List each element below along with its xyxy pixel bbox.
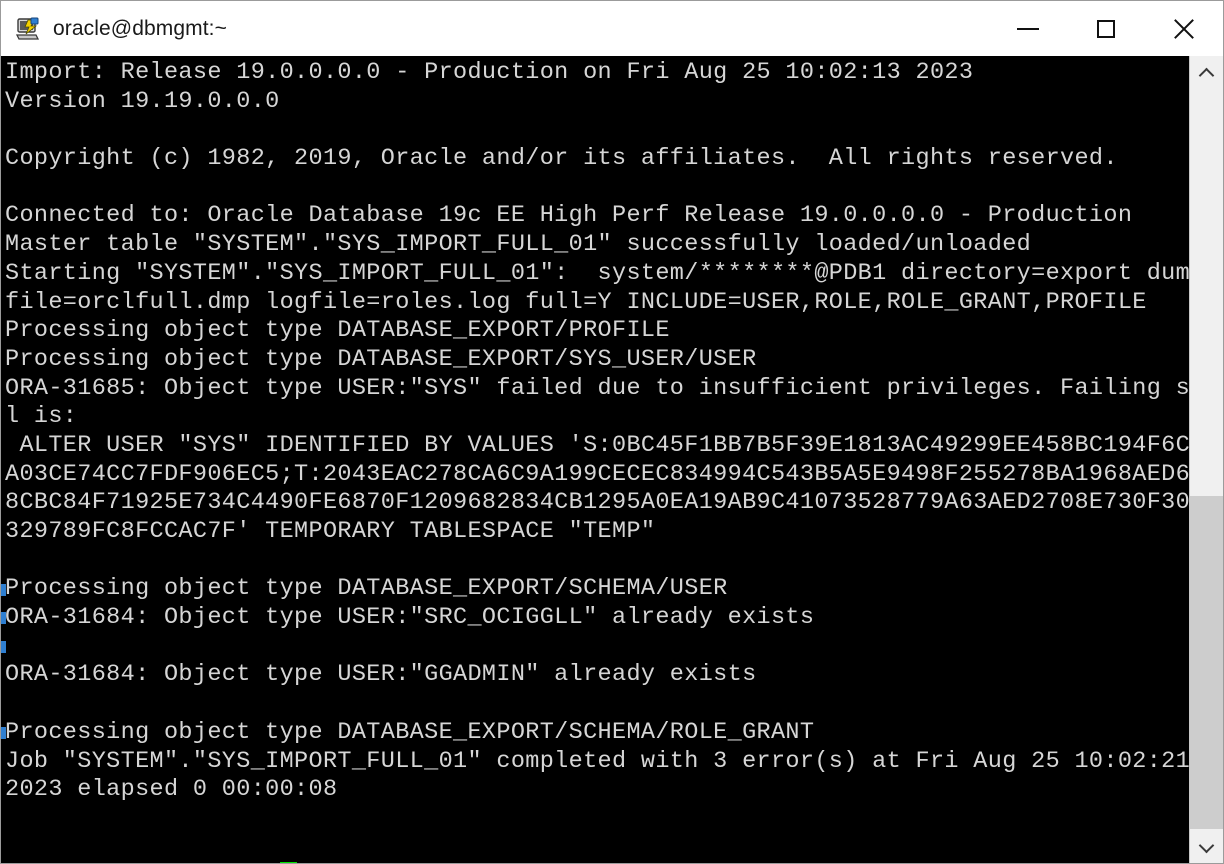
terminal-line: Processing object type DATABASE_EXPORT/P… <box>5 317 670 345</box>
terminal-line: ORA-31685: Object type USER:"SYS" failed… <box>5 374 1189 402</box>
terminal-line: ORA-31684: Object type USER:"SRC_OCIGGLL… <box>5 604 815 632</box>
terminal-line: 329789FC8FCCAC7F' TEMPORARY TABLESPACE "… <box>5 518 656 545</box>
terminal-line: Master table "SYSTEM"."SYS_IMPORT_FULL_0… <box>5 231 1032 259</box>
minimize-button[interactable] <box>989 1 1067 56</box>
terminal-line: 8CBC84F71925E734C4490FE6870F1209682834CB… <box>5 489 1189 517</box>
terminal-lines: Import: Release 19.0.0.0.0 - Production … <box>1 56 1189 863</box>
scroll-down-button[interactable] <box>1190 829 1223 863</box>
terminal-line: Processing object type DATABASE_EXPORT/S… <box>5 345 757 373</box>
selection-edge-marker <box>1 641 6 653</box>
chevron-down-icon <box>1200 840 1213 853</box>
window-controls <box>989 1 1223 56</box>
chevron-up-icon <box>1200 67 1213 80</box>
selection-edge-marker <box>1 583 6 596</box>
shell-prompt-line: [oracle@dbmgmt ~]$ <box>5 862 1189 863</box>
selection-edge-marker <box>1 727 6 740</box>
scrollbar-track[interactable] <box>1190 90 1223 829</box>
terminal-body: Import: Release 19.0.0.0.0 - Production … <box>0 56 1224 864</box>
terminal-line: Connected to: Oracle Database 19c EE Hig… <box>5 202 1133 230</box>
maximize-button[interactable] <box>1067 1 1145 56</box>
close-button[interactable] <box>1145 1 1223 56</box>
putty-terminal-icon <box>15 16 41 42</box>
selection-edge-marker <box>1 612 6 625</box>
terminal-line: A03CE74CC7FDF906EC5;T:2043EAC278CA6C9A19… <box>5 460 1189 488</box>
window-titlebar[interactable]: oracle@dbmgmt:~ <box>0 0 1224 56</box>
terminal-line: Job "SYSTEM"."SYS_IMPORT_FULL_01" comple… <box>5 747 1189 775</box>
terminal-line: Version 19.19.0.0.0 <box>5 87 280 115</box>
terminal-line: ORA-31684: Object type USER:"GGADMIN" al… <box>5 661 757 689</box>
scroll-up-button[interactable] <box>1190 56 1223 90</box>
terminal-line: Processing object type DATABASE_EXPORT/S… <box>5 718 815 746</box>
scrollbar-thumb[interactable] <box>1190 496 1223 829</box>
close-icon <box>1172 17 1196 41</box>
titlebar-left: oracle@dbmgmt:~ <box>1 16 989 42</box>
terminal-line: Starting "SYSTEM"."SYS_IMPORT_FULL_01": … <box>5 259 1189 287</box>
terminal-line: 2023 elapsed 0 00:00:08 <box>5 776 338 804</box>
window-title: oracle@dbmgmt:~ <box>53 17 227 40</box>
text-cursor <box>279 862 297 863</box>
terminal-line: ALTER USER "SYS" IDENTIFIED BY VALUES 'S… <box>5 431 1189 459</box>
maximize-icon <box>1097 19 1115 38</box>
terminal-output[interactable]: Import: Release 19.0.0.0.0 - Production … <box>1 56 1189 863</box>
terminal-line: file=orclfull.dmp logfile=roles.log full… <box>5 288 1147 316</box>
minimize-icon <box>1017 27 1039 30</box>
terminal-line: Copyright (c) 1982, 2019, Oracle and/or … <box>5 145 1118 173</box>
terminal-window: oracle@dbmgmt:~ Import: Release 19.0.0.0… <box>0 0 1224 864</box>
terminal-line: l is: <box>5 403 78 431</box>
terminal-line: Processing object type DATABASE_EXPORT/S… <box>5 575 728 603</box>
vertical-scrollbar[interactable] <box>1189 56 1223 863</box>
terminal-line: Import: Release 19.0.0.0.0 - Production … <box>5 59 974 86</box>
